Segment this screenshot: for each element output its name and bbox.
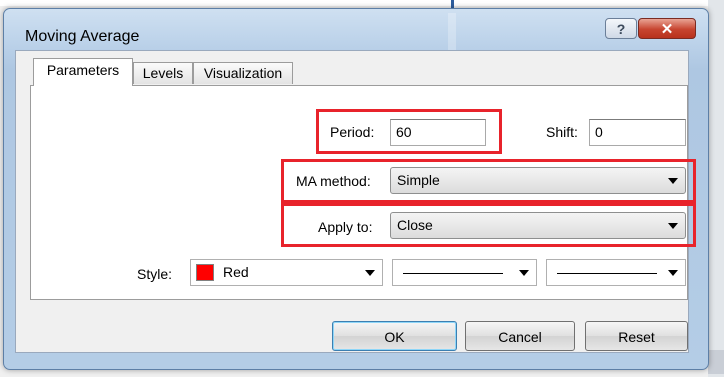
apply-to-value: Close — [397, 217, 433, 233]
ok-button[interactable]: OK — [332, 321, 457, 351]
tab-visualization[interactable]: Visualization — [193, 62, 293, 84]
line-width-sample — [557, 273, 657, 274]
tab-levels[interactable]: Levels — [133, 62, 193, 84]
period-input[interactable]: 60 — [390, 119, 486, 146]
apply-to-label: Apply to: — [318, 219, 373, 235]
chevron-down-icon — [668, 223, 678, 229]
ma-method-label: MA method: — [296, 173, 371, 189]
style-color-name: Red — [223, 264, 249, 280]
shift-label: Shift: — [546, 124, 578, 140]
color-swatch — [196, 264, 214, 281]
style-label: Style: — [137, 266, 173, 282]
tab-levels-label: Levels — [142, 65, 184, 81]
close-button[interactable]: ✕ — [638, 18, 696, 39]
background-strip — [0, 0, 724, 6]
help-button[interactable]: ? — [605, 18, 637, 39]
background-right-panel — [708, 0, 724, 377]
style-color-dropdown[interactable]: Red — [190, 259, 383, 286]
line-style-sample — [403, 273, 503, 274]
ma-method-dropdown[interactable]: Simple — [390, 167, 686, 194]
close-icon: ✕ — [660, 20, 674, 38]
chevron-down-icon — [519, 270, 529, 276]
window-title: Moving Average — [25, 28, 140, 45]
chevron-down-icon — [365, 270, 375, 276]
line-width-dropdown[interactable] — [546, 259, 686, 286]
line-style-dropdown[interactable] — [392, 259, 537, 286]
background-right-item — [708, 350, 724, 374]
ma-method-value: Simple — [397, 172, 440, 188]
tab-visualization-label: Visualization — [203, 65, 283, 81]
shift-input[interactable]: 0 — [589, 119, 686, 146]
cancel-button[interactable]: Cancel — [465, 321, 575, 351]
tab-parameters-label: Parameters — [46, 62, 120, 78]
chevron-down-icon — [668, 178, 678, 184]
chevron-down-icon — [668, 270, 678, 276]
help-icon: ? — [616, 20, 626, 37]
reset-button[interactable]: Reset — [585, 321, 688, 351]
period-label: Period: — [330, 124, 375, 140]
tab-parameters[interactable]: Parameters — [33, 58, 133, 86]
apply-to-dropdown[interactable]: Close — [390, 212, 686, 239]
